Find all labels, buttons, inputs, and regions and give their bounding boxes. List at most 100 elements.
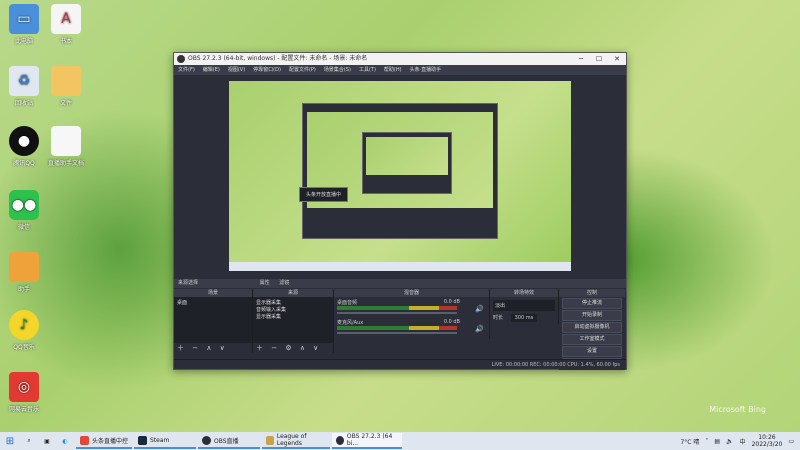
controls-header: 控制 [559,289,625,297]
obs-logo-icon [177,55,185,63]
desktop-icon-label: 助手 [17,286,30,293]
studio-mode-button[interactable]: 工作室模式 [562,334,622,345]
stop-streaming-button[interactable]: 停止推流 [562,298,622,309]
ime-indicator[interactable]: 中 [740,437,746,446]
menu-profile[interactable]: 配置文件(P) [289,65,316,75]
desktop-icon-wechat[interactable]: ●● 微信 [2,190,46,231]
virtual-camera-button[interactable]: 启动虚拟摄像机 [562,322,622,333]
sources-toolbar[interactable]: ＋ − ⚙ ∧ ∨ [253,343,333,353]
music-icon: ♪ [9,310,39,340]
wechat-icon: ●● [9,190,39,220]
clock-date: 2022/3/20 [751,441,783,448]
obs-title-bar[interactable]: OBS 27.2.3 (64-bit, windows) - 配置文件: 未命名… [174,53,626,65]
source-toolbar: 来源选择 属性 滤镜 [174,279,626,288]
desktop-icon-qq-music[interactable]: ♪ QQ音乐 [2,310,46,351]
taskbar: ⊞ ⌕ ▣ ◐ 头条直播中控 Steam OBS直播 League of Leg… [0,432,800,450]
source-toolbar-label: 来源选择 [178,280,199,286]
mixer-channel-desktop: 桌面音频 0.0 dB 🔊 [337,299,486,317]
scene-item[interactable]: 桌面 [177,299,249,306]
start-button[interactable]: ⊞ [0,432,20,450]
network-icon[interactable]: ▤ [714,438,720,445]
clock[interactable]: 10:26 2022/3/20 [752,434,783,448]
nested-preview-2 [362,132,452,194]
transition-select[interactable]: 淡出 [493,300,555,311]
preview-canvas[interactable]: 头条开放直播中 [229,81,571,271]
chevron-up-icon[interactable]: ˄ [705,438,708,445]
mixer-panel: 混音器 桌面音频 0.0 dB 🔊 麦克风/Aux 0.0 dB 🔊 [334,289,490,339]
taskbar-app-label: Steam [150,436,170,444]
league-icon [266,435,274,445]
menu-file[interactable]: 文件(F) [178,65,195,75]
desktop-icon-label: 直播助手文档 [47,160,84,167]
scenes-list[interactable]: 桌面 [174,297,252,343]
menu-bar: 文件(F) 编辑(E) 视图(V) 停靠窗口(D) 配置文件(P) 场景集合(S… [174,65,626,75]
maximize-button[interactable]: ☐ [590,53,608,65]
windows-icon: ⊞ [5,435,15,447]
menu-docks[interactable]: 停靠窗口(D) [253,65,281,75]
filters-button[interactable]: 滤镜 [279,280,289,286]
sources-list[interactable]: 显示器采集 音频输入采集 显示器采集 [253,297,333,343]
taskbar-app-label: OBS直播 [214,437,239,445]
close-button[interactable]: ✕ [608,53,626,65]
task-view-button[interactable]: ▣ [38,432,56,450]
menu-tools[interactable]: 工具(T) [359,65,376,75]
taskbar-app-label: 头条直播中控 [92,437,129,445]
mixer-channel-mic: 麦克风/Aux 0.0 dB 🔊 [337,319,486,337]
desktop-icon-assistant[interactable]: 助手 [2,252,46,293]
system-tray: 7°C 晴 ˄ ▤ 🔈 中 10:26 2022/3/20 ▭ [680,432,794,450]
taskbar-app-obs[interactable]: OBS 27.2.3 (64 bi... [332,433,403,449]
speaker-icon[interactable]: 🔊 [475,305,484,313]
desktop-icon-qq[interactable]: ● 腾讯QQ [2,126,46,167]
folder-icon [51,66,81,96]
app-icon [80,435,89,445]
taskbar-app-steam[interactable]: Steam [134,433,197,449]
obs-window[interactable]: OBS 27.2.3 (64-bit, windows) - 配置文件: 未命名… [173,52,627,370]
task-view-icon: ▣ [44,437,50,445]
menu-toutiao-assistant[interactable]: 头条·直播助手 [410,65,442,75]
transitions-panel: 转场特效 淡出 时长 300 ms [490,289,559,324]
notification-icon[interactable]: ▭ [788,438,794,445]
start-recording-button[interactable]: 开始录制 [562,310,622,321]
taskbar-app-league[interactable]: League of Legends [262,433,331,449]
desktop-icon-folder[interactable]: 文件 [44,66,88,107]
window-title: OBS 27.2.3 (64-bit, windows) - 配置文件: 未命名… [188,55,368,62]
properties-button[interactable]: 属性 [260,280,270,286]
desktop-icon-netease-music[interactable]: ◎ 网易云音乐 [2,372,46,413]
edge-button[interactable]: ◐ [56,432,74,450]
menu-scene-collection[interactable]: 场景集合(S) [324,65,351,75]
volume-slider[interactable] [337,332,457,334]
taskbar-app-label: League of Legends [276,433,307,447]
obs-icon [336,435,344,445]
search-icon: ⌕ [27,437,31,444]
menu-help[interactable]: 帮助(H) [384,65,402,75]
desktop-icon-recycle-bin[interactable]: ♻ 回收站 [2,66,46,107]
pdf-file-icon: A [51,4,81,34]
desktop-icon-label: QQ音乐 [13,344,35,351]
scenes-toolbar[interactable]: ＋ − ∧ ∨ [174,343,252,353]
taskbar-app-obs-live[interactable]: OBS直播 [198,433,261,449]
volume-meter [337,306,457,310]
minimize-button[interactable]: ─ [572,53,590,65]
taskbar-app-toutiao[interactable]: 头条直播中控 [76,433,133,449]
desktop-icon-book[interactable]: A 书本 [44,4,88,45]
source-item[interactable]: 音频输入采集 [256,306,330,313]
search-button[interactable]: ⌕ [20,432,38,450]
edge-icon: ◐ [62,437,68,445]
volume-icon[interactable]: 🔈 [726,438,733,445]
settings-button[interactable]: 设置 [562,346,622,357]
volume-slider[interactable] [337,312,457,314]
duration-input[interactable]: 300 ms [510,314,538,322]
desktop-icon-document[interactable]: 直播助手文档 [44,126,88,167]
scenes-header: 场景 [174,289,252,297]
menu-view[interactable]: 视图(V) [228,65,245,75]
desktop-icon-label: 腾讯QQ [13,160,35,167]
channel-db: 0.0 dB [443,299,460,305]
speaker-icon[interactable]: 🔊 [475,325,484,333]
desktop-icon-this-pc[interactable]: ▭ 此电脑 [2,4,46,45]
mixer-header: 混音器 [334,289,489,297]
weather-widget[interactable]: 7°C 晴 [680,437,699,446]
source-item[interactable]: 显示器采集 [256,313,330,320]
menu-edit[interactable]: 编辑(E) [203,65,220,75]
source-item[interactable]: 显示器采集 [256,299,330,306]
desktop-icon-label: 文件 [59,100,72,107]
